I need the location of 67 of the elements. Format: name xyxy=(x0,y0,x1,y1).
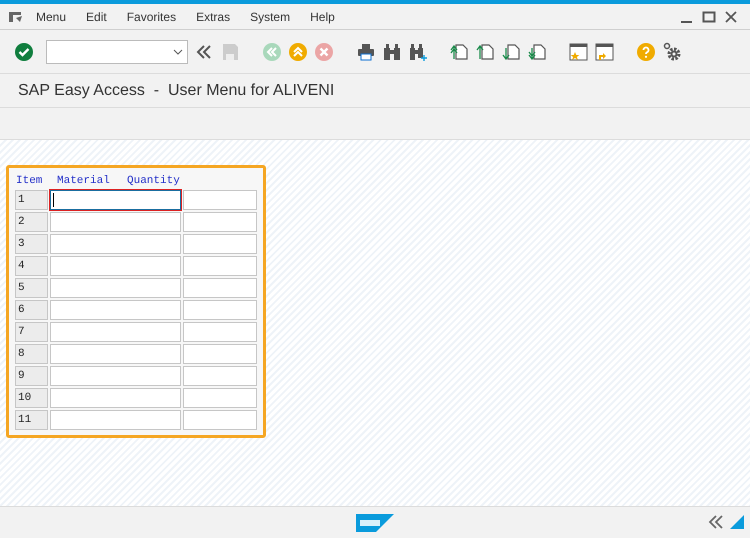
material-input[interactable] xyxy=(50,300,181,320)
next-page-icon[interactable] xyxy=(502,42,522,62)
maximize-icon[interactable] xyxy=(702,10,716,24)
material-input[interactable] xyxy=(50,278,181,298)
quantity-input[interactable] xyxy=(182,366,257,386)
menu-item[interactable]: Help xyxy=(310,8,335,26)
material-input[interactable] xyxy=(50,344,181,364)
back-icon[interactable] xyxy=(262,42,282,62)
item-number-cell: 3 xyxy=(15,234,48,254)
material-input[interactable] xyxy=(50,322,181,342)
last-page-icon[interactable] xyxy=(528,42,548,62)
material-input[interactable] xyxy=(50,410,181,430)
column-header: Item xyxy=(15,174,44,189)
menu-icon[interactable] xyxy=(8,10,24,22)
quantity-input[interactable] xyxy=(182,234,257,254)
material-input[interactable] xyxy=(50,366,181,386)
menu-item[interactable]: Menu xyxy=(36,8,66,26)
item-number-cell: 10 xyxy=(15,388,48,408)
save-icon[interactable] xyxy=(220,42,240,62)
quantity-input[interactable] xyxy=(182,190,257,210)
first-page-icon[interactable] xyxy=(450,42,470,62)
material-input[interactable] xyxy=(50,256,181,276)
help-icon[interactable] xyxy=(636,42,656,62)
screen-title: SAP Easy Access - User Menu for ALIVENI xyxy=(18,80,334,100)
column-header: Material xyxy=(57,174,111,189)
item-number-cell: 6 xyxy=(15,300,48,320)
sap-logo xyxy=(356,514,394,532)
quantity-input[interactable] xyxy=(182,410,257,430)
quantity-input[interactable] xyxy=(182,212,257,232)
command-field[interactable] xyxy=(46,40,188,64)
text-cursor xyxy=(52,193,54,207)
quantity-input[interactable] xyxy=(182,344,257,364)
menu-item[interactable]: Edit xyxy=(86,8,107,26)
item-number-cell: 4 xyxy=(15,256,48,276)
previous-page-icon[interactable] xyxy=(476,42,496,62)
print-icon[interactable] xyxy=(356,42,376,62)
item-number-cell: 8 xyxy=(15,344,48,364)
exit-icon[interactable] xyxy=(288,42,308,62)
quantity-input[interactable] xyxy=(182,322,257,342)
quantity-input[interactable] xyxy=(182,388,257,408)
menu-item[interactable]: Extras xyxy=(196,8,230,26)
menu-item[interactable]: System xyxy=(250,8,290,26)
material-input[interactable] xyxy=(50,212,181,232)
status-triangle-icon[interactable] xyxy=(730,515,744,529)
double-chevron-left-icon[interactable] xyxy=(708,514,724,530)
window-shortcut-icon[interactable] xyxy=(594,42,614,62)
column-header: Quantity xyxy=(127,174,180,189)
binoculars-icon[interactable] xyxy=(382,42,402,62)
menu-item[interactable]: Favorites xyxy=(126,8,176,26)
item-number-cell: 1 xyxy=(15,190,48,210)
item-number-cell: 11 xyxy=(15,410,48,430)
item-number-cell: 9 xyxy=(15,366,48,386)
quantity-input[interactable] xyxy=(182,278,257,298)
binoculars-plus-icon[interactable] xyxy=(408,42,428,62)
item-number-cell: 2 xyxy=(15,212,48,232)
material-input[interactable] xyxy=(50,190,181,210)
item-number-cell: 7 xyxy=(15,322,48,342)
enter-icon[interactable] xyxy=(14,42,34,62)
material-input[interactable] xyxy=(50,234,181,254)
dropdown-caret-icon[interactable] xyxy=(173,48,183,54)
cancel-icon[interactable] xyxy=(314,42,334,62)
quantity-input[interactable] xyxy=(182,256,257,276)
quantity-input[interactable] xyxy=(182,300,257,320)
material-input[interactable] xyxy=(50,388,181,408)
item-number-cell: 5 xyxy=(15,278,48,298)
close-icon[interactable] xyxy=(724,10,738,24)
settings-icon[interactable] xyxy=(662,42,682,62)
